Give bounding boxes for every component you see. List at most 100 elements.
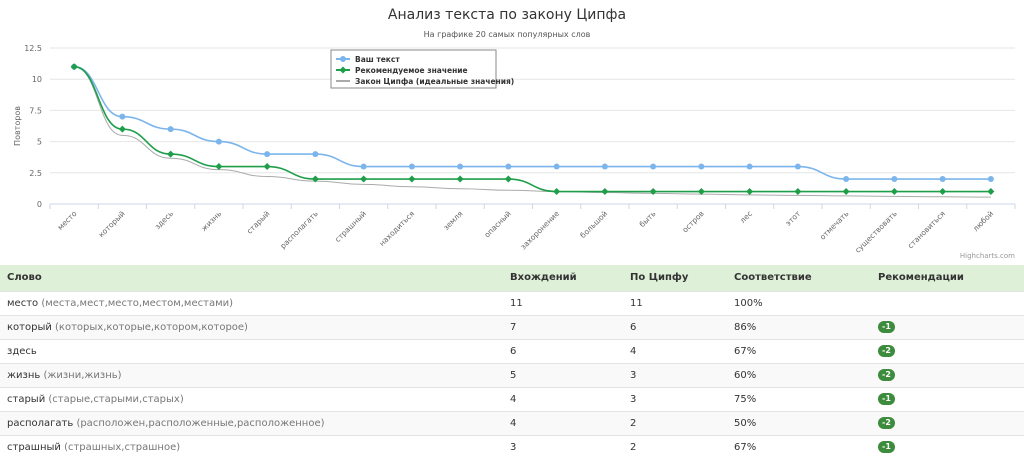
data-point[interactable] (698, 163, 705, 170)
data-point[interactable] (312, 151, 319, 158)
data-point[interactable] (215, 138, 222, 145)
data-point[interactable] (408, 163, 415, 170)
legend-item[interactable]: Рекомендуемое значение (336, 66, 468, 75)
y-axis-label: Повторов (13, 106, 22, 146)
match-cell: 67% (727, 338, 871, 363)
table-header-row: Слово Вхождений По Ципфу Соответствие Ре… (0, 265, 1024, 291)
x-tick-label: захоронение (519, 209, 562, 252)
data-point[interactable] (215, 163, 223, 171)
zipf-cell: 11 (623, 290, 727, 315)
word-text: старый (7, 393, 46, 405)
y-tick-label: 7.5 (29, 106, 42, 115)
series-1 (70, 63, 995, 196)
series-line (74, 65, 991, 180)
chart-title: Анализ текста по закону Ципфа (388, 7, 626, 23)
x-tick-label: быть (637, 209, 657, 229)
y-tick-label: 0 (37, 200, 42, 209)
chart-credit[interactable]: Highcharts.com (960, 252, 1015, 260)
data-point[interactable] (263, 163, 271, 171)
recommendation-cell: -2 (871, 410, 1024, 435)
match-cell: 67% (727, 434, 871, 459)
word-cell: страшный (страшных,страшное) (0, 434, 503, 459)
word-forms: (места,мест,место,местом,местами) (41, 297, 234, 309)
x-tick-label: страшный (333, 209, 368, 244)
data-point[interactable] (794, 188, 802, 196)
y-tick-label: 5 (37, 138, 42, 147)
recommendation-cell: -1 (871, 386, 1024, 411)
x-tick-label: здесь (153, 209, 175, 231)
data-point[interactable] (987, 176, 994, 183)
match-cell: 86% (727, 314, 871, 339)
word-forms: (жизни,жизнь) (43, 369, 122, 381)
data-point[interactable] (504, 175, 512, 183)
word-cell: располагать (расположен,расположенные,ра… (0, 410, 503, 435)
zipf-cell: 6 (623, 314, 727, 339)
legend-label: Закон Ципфа (идеальные значения) (355, 77, 514, 86)
data-point[interactable] (842, 188, 850, 196)
recommendation-badge: -1 (878, 441, 895, 454)
data-point[interactable] (457, 163, 464, 170)
word-cell: место (места,мест,место,местом,местами) (0, 290, 503, 315)
table-row: здесь 6 4 67% -2 (0, 338, 1024, 363)
table-row: место (места,мест,место,местом,местами) 1… (0, 290, 1024, 315)
recommendation-cell (871, 290, 1024, 315)
data-point[interactable] (264, 151, 271, 158)
data-point[interactable] (746, 163, 753, 170)
x-tick-label: любой (971, 209, 995, 233)
data-point[interactable] (794, 163, 801, 170)
table-row: который (которых,которые,котором,которое… (0, 314, 1024, 339)
data-point[interactable] (456, 175, 464, 183)
series-2 (74, 66, 991, 198)
data-point[interactable] (167, 150, 175, 158)
data-point[interactable] (408, 175, 416, 183)
x-tick-label: располагать (278, 209, 319, 250)
data-point[interactable] (553, 188, 561, 196)
data-point[interactable] (119, 113, 126, 120)
data-point[interactable] (891, 176, 898, 183)
legend-label: Рекомендуемое значение (355, 66, 468, 75)
data-point[interactable] (167, 126, 174, 133)
count-cell: 5 (503, 362, 623, 387)
recommendation-badge: -1 (878, 321, 895, 333)
table-row: жизнь (жизни,жизнь) 5 3 60% -2 (0, 362, 1024, 387)
data-point[interactable] (939, 176, 946, 183)
match-cell: 100% (727, 290, 871, 315)
word-cell: старый (старые,старыми,старых) (0, 386, 503, 411)
zipf-cell: 3 (623, 362, 727, 387)
data-point[interactable] (601, 163, 608, 170)
legend-item[interactable]: Закон Ципфа (идеальные значения) (336, 77, 514, 86)
match-cell: 75% (727, 386, 871, 411)
data-point[interactable] (843, 176, 850, 183)
data-point[interactable] (649, 188, 657, 196)
data-point[interactable] (505, 163, 512, 170)
table-row: страшный (страшных,страшное) 3 2 67% -1 (0, 434, 1024, 459)
word-forms: (расположен,расположенные,расположенное) (76, 417, 325, 429)
data-point[interactable] (553, 163, 560, 170)
x-tick-label: который (97, 209, 127, 239)
data-point[interactable] (939, 188, 947, 196)
word-text: который (7, 321, 52, 333)
x-tick-label: старый (245, 209, 272, 236)
data-point[interactable] (118, 125, 126, 133)
data-point[interactable] (746, 188, 754, 196)
word-text: страшный (7, 441, 61, 453)
data-point[interactable] (360, 175, 368, 183)
recommendation-badge: -2 (878, 369, 895, 381)
header-word: Слово (0, 265, 503, 291)
data-point[interactable] (987, 188, 995, 196)
count-cell: 3 (503, 434, 623, 459)
data-point[interactable] (890, 188, 898, 196)
zipf-cell: 4 (623, 338, 727, 363)
chart-subtitle: На графике 20 самых популярных слов (424, 30, 591, 39)
data-point[interactable] (70, 63, 78, 71)
match-cell: 60% (727, 362, 871, 387)
count-cell: 4 (503, 386, 623, 411)
recommendation-cell: -1 (871, 314, 1024, 339)
word-text: место (7, 297, 39, 309)
word-forms: (старые,старыми,старых) (48, 393, 184, 405)
data-point[interactable] (601, 188, 609, 196)
zipf-cell: 2 (623, 410, 727, 435)
data-point[interactable] (360, 163, 367, 170)
word-text: располагать (7, 417, 74, 429)
data-point[interactable] (650, 163, 657, 170)
